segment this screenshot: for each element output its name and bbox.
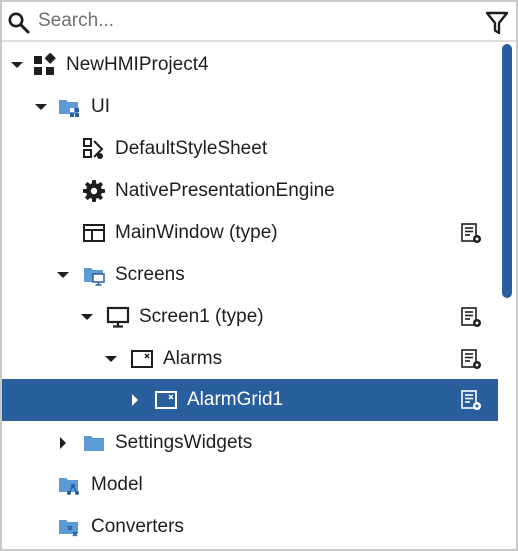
chevron-right-icon[interactable] (126, 391, 144, 409)
monitor-icon (106, 306, 130, 328)
tree-item-label: DefaultStyleSheet (115, 138, 268, 159)
chevron-down-icon[interactable] (102, 350, 120, 368)
tree-item-label: NewHMIProject4 (66, 54, 209, 75)
filter-icon[interactable] (485, 11, 509, 35)
search-icon[interactable] (7, 11, 31, 35)
tree-item-screens[interactable]: Screens (2, 254, 498, 296)
project-icon (34, 53, 56, 75)
tree-item-mainwindow[interactable]: MainWindow (type) (2, 212, 498, 254)
ui-folder-icon (59, 100, 79, 117)
tree-item-label: Alarms (163, 348, 223, 369)
model-folder-icon (59, 478, 79, 495)
project-tree-panel: NewHMIProject4 UI DefaultStyleSheet (0, 0, 518, 551)
folder-icon (84, 436, 104, 451)
chevron-down-icon[interactable] (54, 266, 72, 284)
project-tree: NewHMIProject4 UI DefaultStyleSheet Nati… (2, 42, 502, 549)
screens-folder-icon (84, 268, 105, 286)
tree-item-label: NativePresentationEngine (115, 180, 335, 201)
widget-icon (131, 350, 153, 368)
tree-item-converters[interactable]: Converters (2, 506, 498, 548)
tree-item-model[interactable]: Model (2, 464, 498, 506)
tree-item-label: MainWindow (type) (115, 222, 278, 243)
search-input[interactable] (38, 5, 458, 37)
tree-item-label: Screen1 (type) (139, 306, 264, 327)
chevron-right-icon[interactable] (54, 434, 72, 452)
tree-item-nativepresentationengine[interactable]: NativePresentationEngine (2, 170, 498, 212)
chevron-down-icon[interactable] (32, 98, 50, 116)
style-sheet-icon (83, 138, 104, 159)
chevron-down-icon[interactable] (78, 308, 96, 326)
widget-icon (155, 391, 177, 409)
tree-item-label: Screens (115, 264, 185, 285)
search-bar (2, 2, 516, 42)
tree-item-newhmiproject4[interactable]: NewHMIProject4 (2, 44, 498, 86)
scrollbar-thumb[interactable] (502, 44, 512, 298)
gear-icon (83, 180, 105, 202)
tree-item-ui[interactable]: UI (2, 86, 498, 128)
tree-item-screen1[interactable]: Screen1 (type) (2, 296, 498, 338)
tree-item-alarmgrid1[interactable]: AlarmGrid1 (2, 379, 498, 421)
tree-item-defaultstylesheet[interactable]: DefaultStyleSheet (2, 128, 498, 170)
properties-icon[interactable] (460, 389, 482, 411)
tree-item-alarms[interactable]: Alarms (2, 338, 498, 380)
tree-item-settingswidgets[interactable]: SettingsWidgets (2, 422, 498, 464)
properties-icon[interactable] (460, 306, 482, 328)
vertical-scrollbar[interactable] (502, 42, 516, 549)
tree-item-label: Converters (91, 516, 184, 537)
properties-icon[interactable] (460, 348, 482, 370)
window-icon (83, 224, 105, 242)
chevron-down-icon[interactable] (8, 56, 26, 74)
converters-folder-icon (59, 520, 78, 537)
properties-icon[interactable] (460, 222, 482, 244)
tree-item-label: Model (91, 474, 143, 495)
tree-item-label: AlarmGrid1 (187, 389, 284, 410)
tree-item-label: SettingsWidgets (115, 432, 253, 453)
tree-item-label: UI (91, 96, 110, 117)
